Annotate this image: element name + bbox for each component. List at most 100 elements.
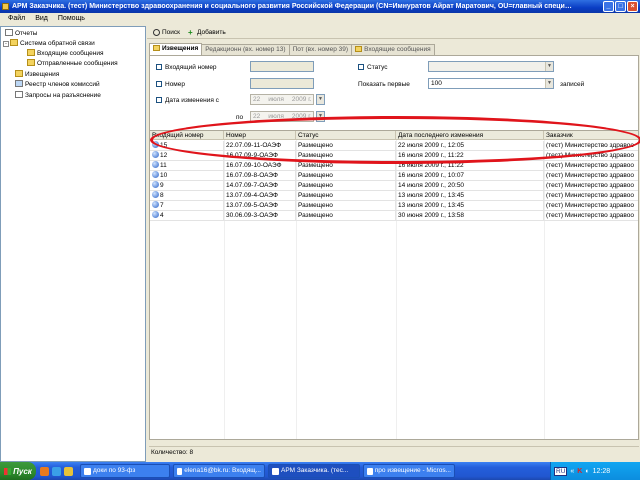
table-cell-date: 16 июля 2009 г., 11:22 bbox=[396, 151, 544, 161]
chevron-down-icon: ▼ bbox=[317, 112, 324, 121]
add-button[interactable]: + Добавить bbox=[186, 28, 228, 37]
table-row[interactable]: 10 16.07.09-8-ОАЭФ Размещено 16 июля 2009 г… bbox=[150, 171, 638, 181]
window-title: АРМ Заказчика. (тест) Министерство здрав… bbox=[12, 3, 572, 10]
date-to-dropdown[interactable]: ▼ bbox=[316, 111, 325, 122]
tab-editorial[interactable]: Редакционн (вх. номер 13) bbox=[201, 44, 290, 55]
tab-pot[interactable]: Пот (вх. номер 39) bbox=[288, 44, 353, 55]
column-header-status[interactable]: Статус bbox=[296, 131, 396, 140]
date-from-dropdown[interactable]: ▼ bbox=[316, 94, 325, 105]
tray-arrow-icon[interactable]: « bbox=[570, 468, 574, 475]
task-email[interactable]: elena16@bk.ru: Входящ... bbox=[173, 464, 265, 478]
table-cell-status: Размещено bbox=[296, 161, 396, 171]
table-cell-in: 10 bbox=[150, 171, 224, 181]
table-cell-num: 16.07.09-10-ОАЭФ bbox=[224, 161, 296, 171]
tree-item-incoming-messages[interactable]: Входящие сообщения bbox=[27, 49, 104, 59]
close-button[interactable]: × bbox=[627, 1, 638, 12]
status-checkbox[interactable] bbox=[358, 64, 364, 70]
table-row[interactable]: 7 13.07.09-5-ОАЭФ Размещено 13 июля 2009 г.… bbox=[150, 201, 638, 211]
chevron-down-icon: ▼ bbox=[545, 62, 553, 71]
menu-view[interactable]: Вид bbox=[35, 13, 48, 25]
collapse-toggle-icon[interactable]: - bbox=[3, 41, 9, 47]
table-row[interactable]: 9 14.07.09-7-ОАЭФ Размещено 14 июля 2009 г.… bbox=[150, 181, 638, 191]
date-changed-checkbox[interactable] bbox=[156, 97, 162, 103]
language-indicator[interactable]: RU bbox=[554, 466, 568, 476]
explorer-icon[interactable] bbox=[64, 466, 73, 476]
registry-icon bbox=[15, 80, 23, 87]
date-from-picker[interactable]: 22 июля 2009 г. bbox=[250, 94, 314, 105]
table-row[interactable]: 4 30.06.09-3-ОАЭФ Размещено 30 июня 2009 г.… bbox=[150, 211, 638, 221]
column-header-number[interactable]: Номер bbox=[224, 131, 296, 140]
notices-table: Входящий номер Номер Статус Дата последн… bbox=[149, 130, 639, 440]
records-label: записей bbox=[560, 81, 585, 88]
tree-item-notices[interactable]: Извещения bbox=[15, 70, 59, 80]
table-row[interactable]: 11 16.07.09-10-ОАЭФ Размещено 16 июля 2009 … bbox=[150, 161, 638, 171]
search-icon bbox=[153, 28, 160, 36]
table-cell-status: Размещено bbox=[296, 181, 396, 191]
menu-file[interactable]: Файл bbox=[8, 13, 25, 25]
number-filter[interactable]: Номер bbox=[156, 80, 185, 89]
notice-globe-icon bbox=[152, 161, 159, 168]
table-cell-in: 15 bbox=[150, 141, 224, 151]
tree-item-reports[interactable]: Отчеты bbox=[5, 29, 37, 39]
menu-help[interactable]: Помощь bbox=[58, 13, 85, 25]
minimize-button[interactable]: _ bbox=[603, 1, 614, 12]
show-first-select[interactable]: 100 ▼ bbox=[428, 78, 554, 89]
table-cell-customer: (тест) Министерство здравоо bbox=[544, 181, 638, 191]
date-to-picker[interactable]: 22 июля 2009 г. bbox=[250, 111, 314, 122]
table-cell-status: Размещено bbox=[296, 141, 396, 151]
table-cell-customer: (тест) Министерство здравоо bbox=[544, 201, 638, 211]
report-icon bbox=[5, 29, 13, 36]
status-filter[interactable]: Статус bbox=[358, 63, 388, 72]
table-cell-num: 16.07.09-9-ОАЭФ bbox=[224, 151, 296, 161]
table-cell-status: Размещено bbox=[296, 171, 396, 181]
table-cell-customer: (тест) Министерство здравоо bbox=[544, 211, 638, 221]
incoming-number-input[interactable] bbox=[250, 61, 314, 72]
tray-app-icon[interactable]: ◐ bbox=[585, 468, 589, 475]
maximize-button[interactable]: □ bbox=[615, 1, 626, 12]
column-header-incoming-number[interactable]: Входящий номер bbox=[150, 131, 224, 140]
browser-icon[interactable] bbox=[40, 466, 49, 476]
table-cell-num: 14.07.09-7-ОАЭФ bbox=[224, 181, 296, 191]
start-button[interactable]: Пуск bbox=[0, 462, 36, 480]
clock: 12:28 bbox=[592, 467, 611, 475]
tree-item-commission-registry[interactable]: Реестр членов комиссий bbox=[15, 80, 100, 90]
tab-notices[interactable]: Извещения bbox=[149, 43, 203, 55]
task-arm-customer[interactable]: АРМ Заказчика. (тес... bbox=[268, 464, 360, 478]
number-input[interactable] bbox=[250, 78, 314, 89]
incoming-number-checkbox[interactable] bbox=[156, 64, 162, 70]
tree-item-feedback-system[interactable]: - Система обратной связи bbox=[3, 39, 95, 49]
table-cell-num: 13.07.09-5-ОАЭФ bbox=[224, 201, 296, 211]
table-cell-num: 22.07.09-11-ОАЭФ bbox=[224, 141, 296, 151]
column-header-last-modified[interactable]: Дата последнего изменения bbox=[396, 131, 544, 140]
search-button[interactable]: Поиск bbox=[151, 28, 182, 37]
plus-icon: + bbox=[188, 27, 193, 37]
notice-globe-icon bbox=[152, 201, 159, 208]
column-header-customer[interactable]: Заказчик bbox=[544, 131, 638, 140]
table-row[interactable]: 15 22.07.09-11-ОАЭФ Размещено 22 июля 2009 … bbox=[150, 141, 638, 151]
task-docs-93fz[interactable]: доки по 93-фз bbox=[80, 464, 170, 478]
table-cell-status: Размещено bbox=[296, 201, 396, 211]
table-row[interactable]: 12 16.07.09-9-ОАЭФ Размещено 16 июля 2009 г… bbox=[150, 151, 638, 161]
antivirus-icon[interactable]: K bbox=[577, 468, 582, 475]
table-cell-date: 13 июля 2009 г., 13:45 bbox=[396, 191, 544, 201]
task-word-notice[interactable]: про извещение - Micros... bbox=[363, 464, 455, 478]
incoming-number-filter[interactable]: Входящий номер bbox=[156, 63, 217, 72]
taskbar: Пуск доки по 93-фз elena16@bk.ru: Входящ.… bbox=[0, 462, 640, 480]
status-select[interactable]: ▼ bbox=[428, 61, 554, 72]
number-checkbox[interactable] bbox=[156, 81, 162, 87]
title-bar[interactable]: АРМ Заказчика. (тест) Министерство здрав… bbox=[0, 0, 640, 13]
tree-item-sent-messages[interactable]: Отправленные сообщения bbox=[27, 59, 118, 69]
application-window: АРМ Заказчика. (тест) Министерство здрав… bbox=[0, 0, 640, 462]
table-cell-in: 11 bbox=[150, 161, 224, 171]
date-to-label: по bbox=[236, 114, 244, 121]
table-row[interactable]: 8 13.07.09-4-ОАЭФ Размещено 13 июля 2009 г.… bbox=[150, 191, 638, 201]
folder-icon bbox=[355, 46, 363, 52]
date-changed-filter[interactable]: Дата изменения с bbox=[156, 96, 219, 105]
tab-incoming-messages[interactable]: Входящие сообщения bbox=[351, 44, 435, 55]
folder-icon bbox=[27, 59, 35, 66]
ie-icon[interactable] bbox=[52, 466, 61, 476]
folder-icon bbox=[10, 39, 18, 46]
table-cell-customer: (тест) Министерство здравоо bbox=[544, 171, 638, 181]
tree-item-clarification-requests[interactable]: Запросы на разъяснение bbox=[15, 91, 101, 101]
table-cell-date: 13 июля 2009 г., 13:45 bbox=[396, 201, 544, 211]
